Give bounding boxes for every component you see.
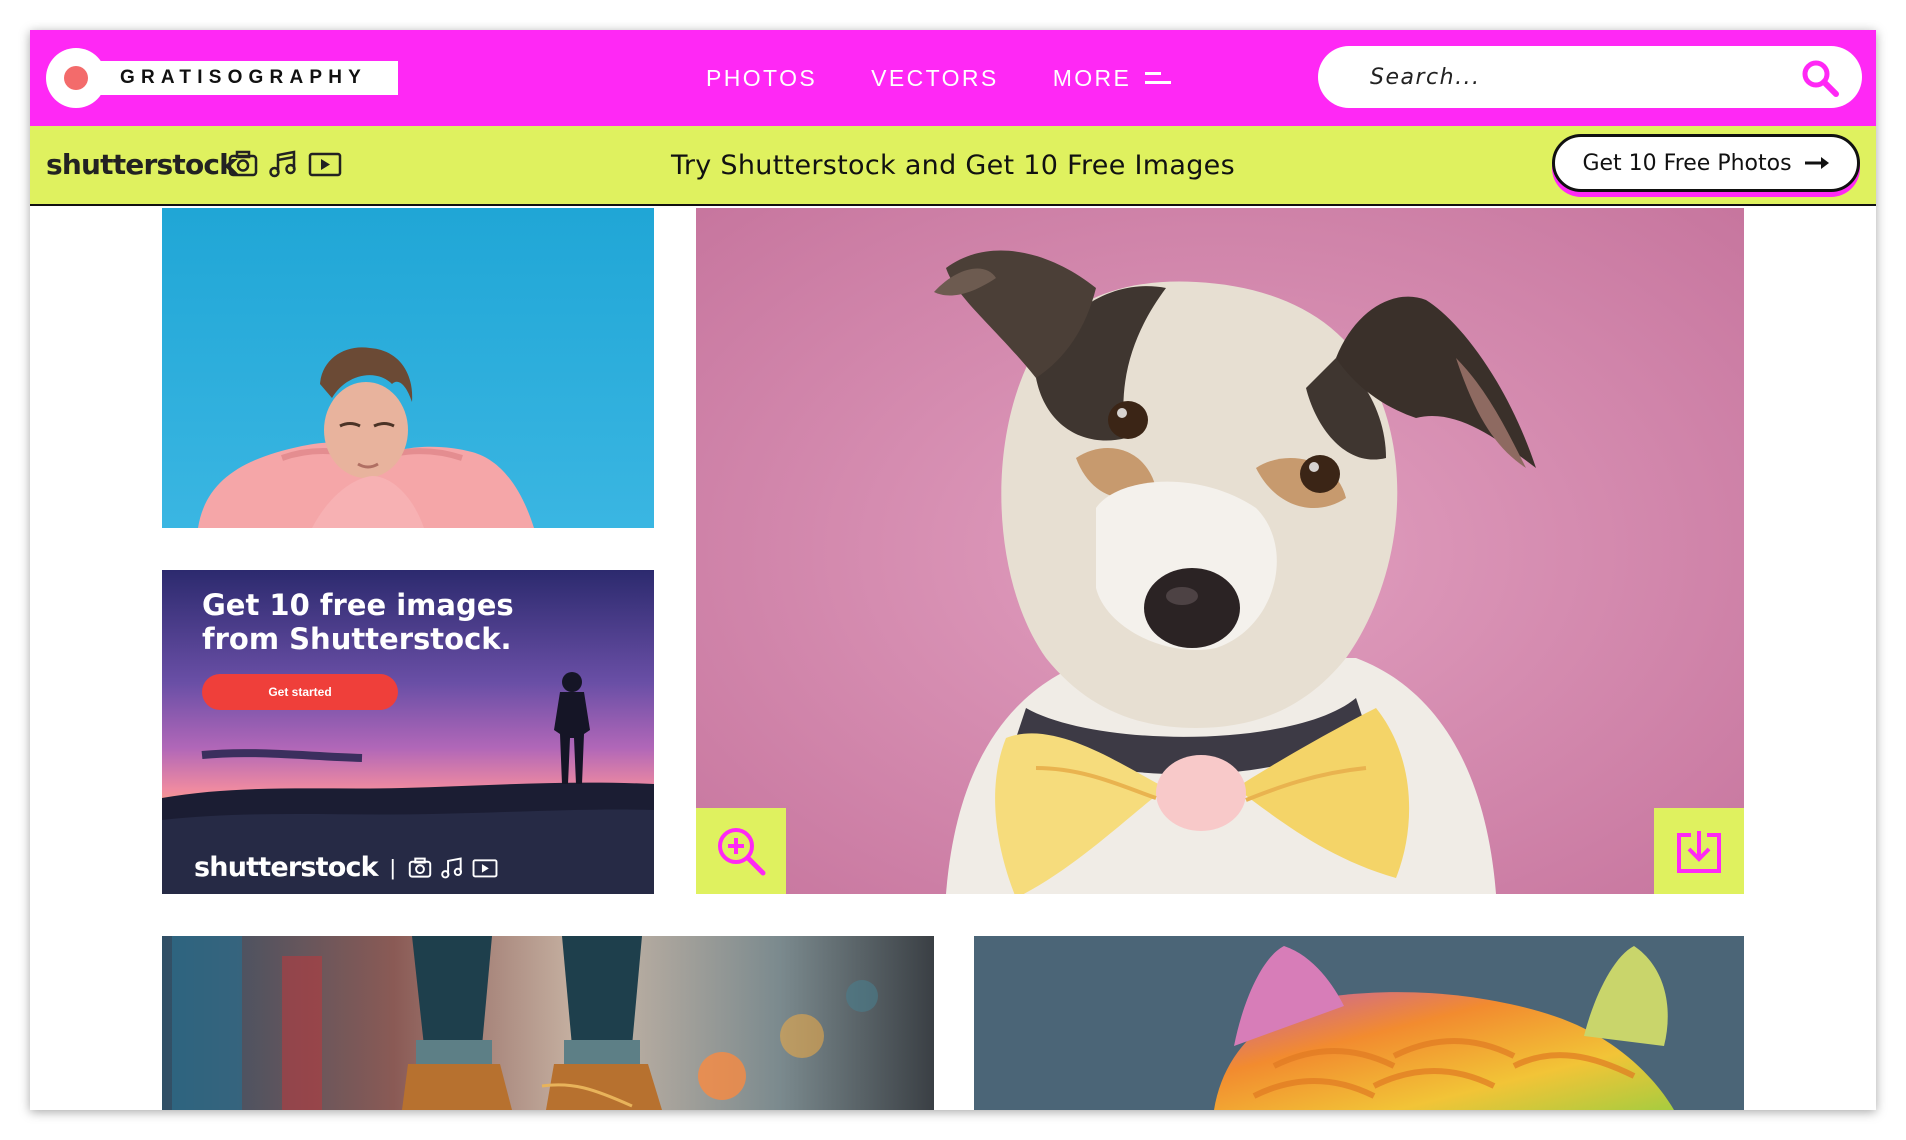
site-logo[interactable]: GRATISOGRAPHY <box>46 48 398 108</box>
video-play-icon <box>472 858 497 877</box>
nav-photos[interactable]: PHOTOS <box>706 60 817 96</box>
photo-boots-street <box>162 936 934 1110</box>
logo-dot <box>64 66 88 90</box>
photo-man-pink-sweater <box>162 208 654 528</box>
menu-icon <box>1145 68 1173 88</box>
ad-title: Get 10 free images from Shutterstock. <box>202 588 514 656</box>
promo-bar: shutterstock Try Shutterstock and Get 10… <box>30 126 1876 206</box>
main-nav: PHOTOS VECTORS MORE <box>706 60 1173 96</box>
shutterstock-ad[interactable]: Get 10 free images from Shutterstock. Ge… <box>162 570 654 894</box>
photo-knit-hat <box>974 936 1744 1110</box>
zoom-button[interactable] <box>696 808 786 894</box>
download-icon <box>1677 831 1721 873</box>
ad-separator: | <box>389 854 396 880</box>
photo-card-man-pink-sweater[interactable] <box>162 208 654 528</box>
zoom-in-icon <box>718 828 766 876</box>
logo-text: GRATISOGRAPHY <box>120 67 368 88</box>
browser-viewport: GRATISOGRAPHY PHOTOS VECTORS MORE shutte… <box>30 30 1876 1110</box>
camera-icon <box>408 857 431 878</box>
photo-dog-bowtie <box>696 208 1744 894</box>
site-header: GRATISOGRAPHY PHOTOS VECTORS MORE <box>30 30 1876 126</box>
photo-card-dog-bowtie[interactable] <box>696 208 1744 894</box>
photo-card-knit-hat[interactable] <box>974 936 1744 1110</box>
nav-more[interactable]: MORE <box>1053 60 1174 96</box>
search-icon[interactable] <box>1800 58 1840 98</box>
get-free-photos-label: Get 10 Free Photos <box>1582 150 1792 176</box>
nav-more-label: MORE <box>1052 65 1132 91</box>
ad-shutterstock-logo: shutterstock <box>194 852 379 883</box>
download-button[interactable] <box>1654 808 1744 894</box>
ad-brand-row: shutterstock | <box>194 852 498 883</box>
photo-card-boots[interactable] <box>162 936 934 1110</box>
get-started-button[interactable]: Get started <box>202 674 398 710</box>
nav-vectors[interactable]: VECTORS <box>871 60 999 96</box>
arrow-right-icon <box>1804 157 1829 169</box>
music-note-icon <box>440 856 462 878</box>
get-free-photos-button[interactable]: Get 10 Free Photos <box>1552 134 1860 192</box>
search-input[interactable] <box>1370 46 1770 108</box>
search-box <box>1318 46 1862 108</box>
logo-circle <box>46 48 106 108</box>
